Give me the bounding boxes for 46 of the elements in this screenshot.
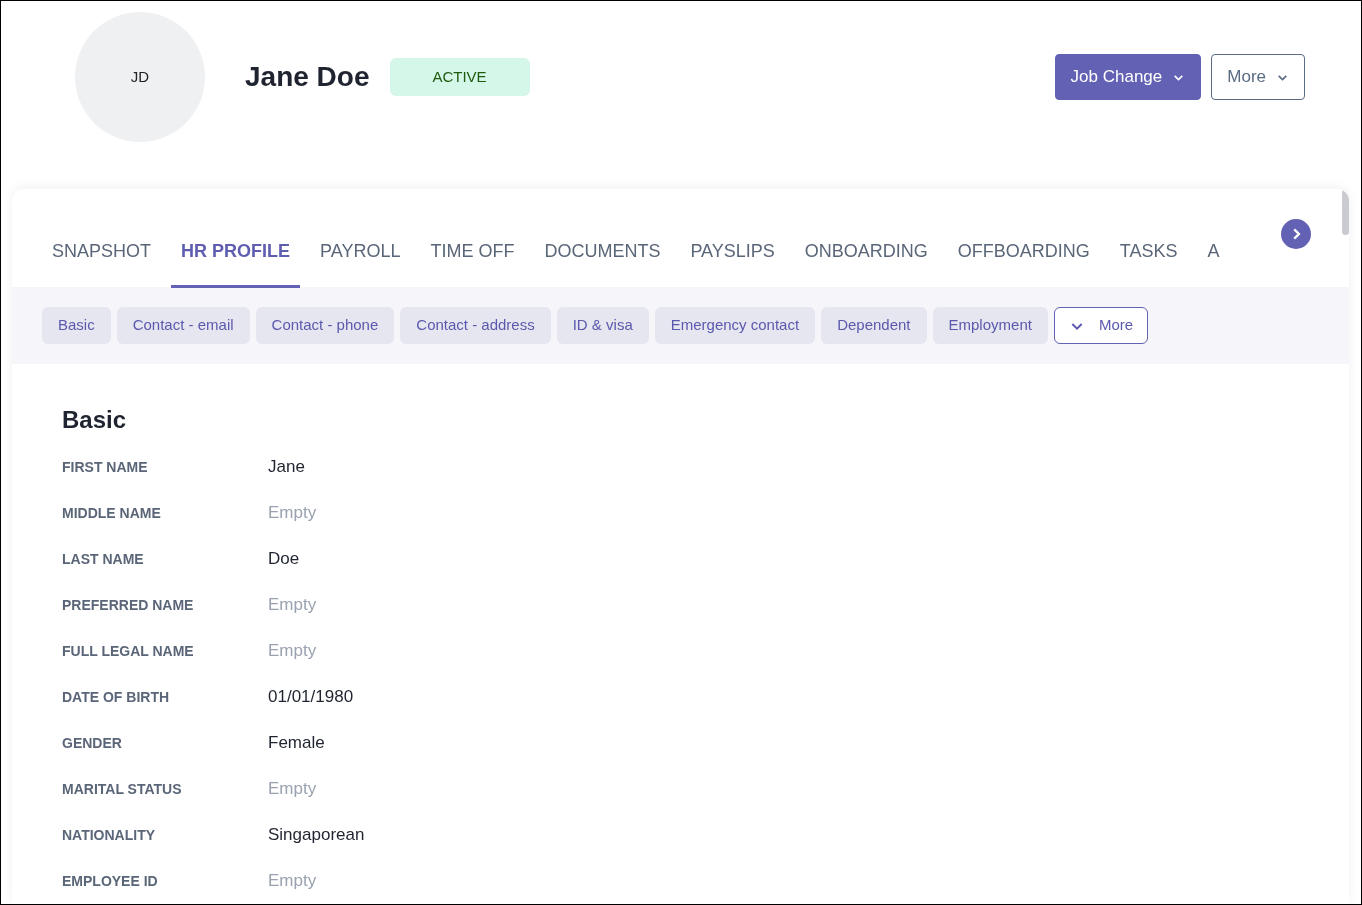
- field-label: FIRST NAME: [62, 457, 149, 477]
- section-chip[interactable]: Employment: [932, 307, 1048, 345]
- tab[interactable]: TASKS: [1109, 218, 1188, 289]
- header-button[interactable]: Job Change: [1054, 54, 1202, 100]
- tab[interactable]: PAYSLIPS: [680, 218, 785, 289]
- status-badge: ACTIVE: [389, 58, 530, 96]
- tab[interactable]: TIME OFF: [420, 218, 525, 289]
- tab[interactable]: OFFBOARDING: [947, 218, 1100, 289]
- tab[interactable]: ONBOARDING: [794, 218, 938, 289]
- field-value: Doe: [268, 548, 300, 571]
- section-chip[interactable]: ID & visa: [556, 307, 649, 345]
- section-title: Basic: [62, 405, 128, 435]
- field-label: EMPLOYEE ID: [62, 871, 159, 891]
- field-label: MARITAL STATUS: [62, 779, 183, 799]
- header-button[interactable]: More: [1211, 54, 1305, 100]
- section-chip[interactable]: Basic: [42, 307, 111, 345]
- field-label: LAST NAME: [62, 549, 145, 569]
- tab[interactable]: SNAPSHOT: [42, 218, 162, 289]
- field-label: MIDDLE NAME: [62, 503, 162, 523]
- section-chip[interactable]: Emergency contact: [654, 307, 816, 345]
- field-label: DATE OF BIRTH: [62, 687, 171, 707]
- field-label: GENDER: [62, 733, 123, 753]
- field-value: 01/01/1980: [268, 686, 354, 709]
- field-value: Empty: [268, 594, 317, 617]
- section-chip[interactable]: Dependent: [821, 307, 927, 345]
- scrollbar: [1342, 189, 1349, 235]
- section-chip[interactable]: Contact - address: [400, 307, 551, 345]
- tab[interactable]: A: [1197, 218, 1230, 289]
- section-chip[interactable]: Contact - email: [116, 307, 250, 345]
- field-value: Female: [268, 732, 325, 755]
- field-label: FULL LEGAL NAME: [62, 641, 195, 661]
- field-label: PREFERRED NAME: [62, 595, 195, 615]
- field-value: Empty: [268, 502, 317, 525]
- scroll-right-button[interactable]: [1281, 219, 1311, 249]
- more-sections-button[interactable]: More: [1053, 307, 1149, 345]
- field-value: Empty: [268, 640, 317, 663]
- field-value: Singaporean: [268, 824, 365, 847]
- tab[interactable]: PAYROLL: [310, 218, 411, 289]
- section-chip[interactable]: Contact - phone: [255, 307, 395, 345]
- tab[interactable]: DOCUMENTS: [534, 218, 671, 289]
- field-value: Empty: [268, 778, 317, 801]
- field-value: Jane: [268, 456, 305, 479]
- employee-name: Jane Doe: [245, 60, 370, 94]
- field-label: NATIONALITY: [62, 825, 157, 845]
- avatar: JD: [75, 12, 205, 142]
- field-value: Empty: [268, 870, 317, 893]
